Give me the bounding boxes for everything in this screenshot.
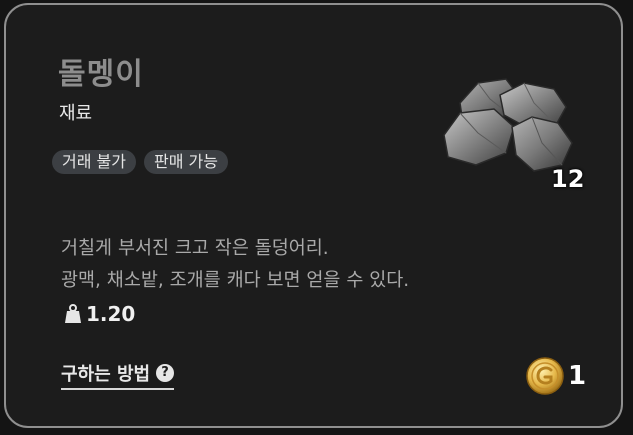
description-line: 광맥, 채소밭, 조개를 캐다 보면 얻을 수 있다. — [61, 270, 410, 291]
item-tooltip-card: 돌멩이 재료 거래 불가 판매 가능 12 거칠게 부서진 크고 작은 돌덩어리… — [4, 3, 623, 428]
item-description: 거칠게 부서진 크고 작은 돌덩어리. 광맥, 채소밭, 조개를 캐다 보면 얻… — [61, 233, 409, 297]
description-line: 거칠게 부서진 크고 작은 돌덩어리. — [61, 238, 329, 259]
tag-trade-restriction: 거래 불가 — [52, 150, 136, 174]
how-to-obtain-label: 구하는 방법 — [61, 364, 151, 385]
stone-item-icon — [443, 78, 573, 172]
tag-sellable: 판매 가능 — [143, 150, 228, 174]
item-category: 재료 — [59, 103, 93, 124]
gold-coin-icon — [526, 357, 564, 395]
weight-icon — [65, 304, 81, 323]
price-value: 1 — [568, 361, 587, 391]
weight-value: 1.20 — [86, 302, 136, 326]
sell-price: 1 — [525, 356, 586, 396]
question-circle-icon[interactable]: ? — [156, 364, 175, 382]
item-weight: 1.20 — [64, 302, 135, 326]
item-quantity: 12 — [551, 165, 585, 193]
item-tags: 거래 불가 판매 가능 — [52, 150, 228, 174]
how-to-obtain-link[interactable]: 구하는 방법 ? — [61, 360, 175, 390]
item-name: 돌멩이 — [58, 57, 144, 92]
